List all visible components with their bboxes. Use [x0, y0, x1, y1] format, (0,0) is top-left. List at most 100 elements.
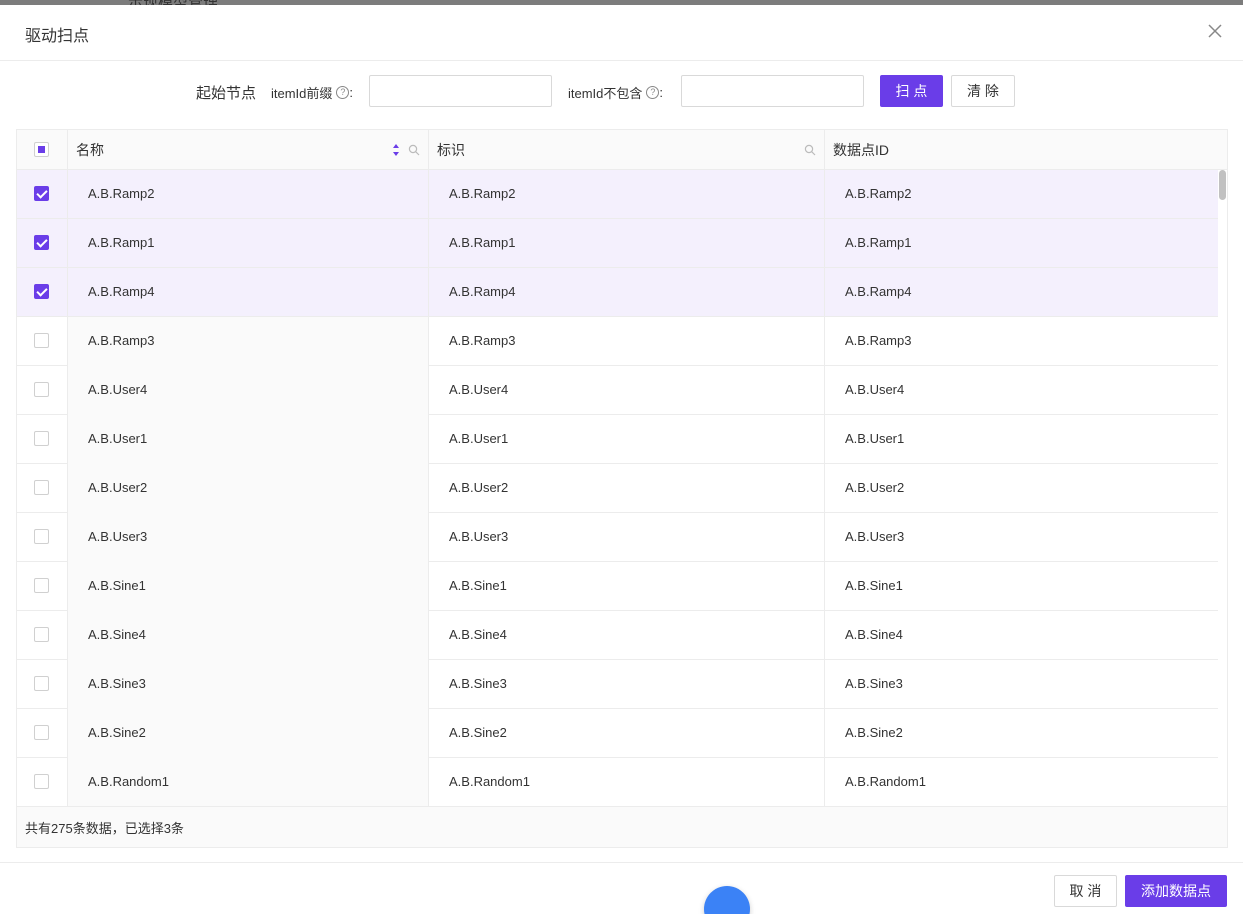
scrollbar-thumb[interactable]	[1219, 170, 1226, 200]
exclude-colon: :	[659, 85, 664, 100]
cell-key: A.B.Sine3	[428, 660, 824, 709]
prefix-colon: :	[349, 85, 354, 100]
column-id-label: 数据点ID	[833, 142, 889, 158]
table-row[interactable]: A.B.Random1 A.B.Random1 A.B.Random1	[17, 758, 1220, 806]
scrollbar[interactable]	[1218, 170, 1227, 806]
row-checkbox[interactable]	[34, 529, 49, 544]
table-summary: 共有275条数据，已选择3条	[17, 806, 1227, 847]
row-checkbox[interactable]	[34, 627, 49, 642]
sort-icon[interactable]	[392, 143, 400, 157]
table-row[interactable]: A.B.Ramp1 A.B.Ramp1 A.B.Ramp1	[17, 219, 1220, 268]
column-header-name[interactable]: 名称	[67, 130, 428, 170]
row-checkbox[interactable]	[34, 235, 49, 250]
cell-key: A.B.Ramp2	[428, 170, 824, 219]
table-row[interactable]: A.B.User3 A.B.User3 A.B.User3	[17, 513, 1220, 562]
row-checkbox[interactable]	[34, 725, 49, 740]
table-row[interactable]: A.B.User1 A.B.User1 A.B.User1	[17, 415, 1220, 464]
cell-key: A.B.Random1	[428, 758, 824, 806]
cell-key: A.B.Ramp3	[428, 317, 824, 366]
cell-id: A.B.Sine1	[824, 562, 1220, 611]
prefix-label-text: itemId前缀	[271, 86, 333, 101]
cell-id: A.B.User3	[824, 513, 1220, 562]
search-icon[interactable]	[408, 144, 420, 156]
dialog-header: 驱动扫点	[0, 5, 1243, 61]
cell-name: A.B.Ramp4	[67, 268, 428, 317]
exclude-input[interactable]	[681, 75, 864, 107]
cell-key: A.B.User2	[428, 464, 824, 513]
cell-name: A.B.Sine1	[67, 562, 428, 611]
prefix-input[interactable]	[369, 75, 552, 107]
table-row[interactable]: A.B.Sine1 A.B.Sine1 A.B.Sine1	[17, 562, 1220, 611]
cell-key: A.B.Ramp1	[428, 219, 824, 268]
search-icon[interactable]	[804, 144, 816, 156]
column-header-key[interactable]: 标识	[428, 130, 824, 170]
row-checkbox[interactable]	[34, 480, 49, 495]
table-row[interactable]: A.B.User2 A.B.User2 A.B.User2	[17, 464, 1220, 513]
row-checkbox[interactable]	[34, 382, 49, 397]
column-name-label: 名称	[76, 142, 104, 158]
row-checkbox[interactable]	[34, 284, 49, 299]
cell-key: A.B.Sine1	[428, 562, 824, 611]
row-checkbox[interactable]	[34, 186, 49, 201]
cell-key: A.B.User4	[428, 366, 824, 415]
cell-id: A.B.Ramp2	[824, 170, 1220, 219]
table-row[interactable]: A.B.User4 A.B.User4 A.B.User4	[17, 366, 1220, 415]
cell-key: A.B.User1	[428, 415, 824, 464]
cell-id: A.B.Sine4	[824, 611, 1220, 660]
table-row[interactable]: A.B.Ramp2 A.B.Ramp2 A.B.Ramp2	[17, 170, 1220, 219]
cell-key: A.B.Ramp4	[428, 268, 824, 317]
cell-id: A.B.Random1	[824, 758, 1220, 806]
cell-key: A.B.Sine4	[428, 611, 824, 660]
add-datapoint-button[interactable]: 添加数据点	[1125, 875, 1227, 907]
cell-name: A.B.Ramp3	[67, 317, 428, 366]
scan-button[interactable]: 扫 点	[880, 75, 943, 107]
cell-id: A.B.Ramp1	[824, 219, 1220, 268]
select-all-checkbox[interactable]	[34, 142, 49, 157]
row-checkbox[interactable]	[34, 676, 49, 691]
cell-id: A.B.User2	[824, 464, 1220, 513]
cancel-button[interactable]: 取 消	[1054, 875, 1117, 907]
row-checkbox[interactable]	[34, 774, 49, 789]
column-key-label: 标识	[437, 142, 465, 158]
cell-name: A.B.Sine2	[67, 709, 428, 758]
cell-name: A.B.User3	[67, 513, 428, 562]
table-row[interactable]: A.B.Ramp4 A.B.Ramp4 A.B.Ramp4	[17, 268, 1220, 317]
dialog-footer: 取 消 添加数据点	[0, 862, 1243, 914]
cell-name: A.B.Random1	[67, 758, 428, 806]
help-icon[interactable]: ?	[336, 86, 350, 99]
cell-name: A.B.Ramp2	[67, 170, 428, 219]
cell-name: A.B.User2	[67, 464, 428, 513]
help-icon[interactable]: ?	[646, 86, 660, 99]
cell-name: A.B.Ramp1	[67, 219, 428, 268]
cell-name: A.B.Sine3	[67, 660, 428, 709]
table-header: 名称 标识 数据点ID	[17, 130, 1227, 170]
start-node-label: 起始节点	[196, 85, 257, 102]
row-checkbox[interactable]	[34, 431, 49, 446]
cell-name: A.B.User1	[67, 415, 428, 464]
cell-id: A.B.Ramp3	[824, 317, 1220, 366]
cell-key: A.B.User3	[428, 513, 824, 562]
exclude-label: itemId不包含 ? :	[568, 83, 663, 102]
row-checkbox[interactable]	[34, 333, 49, 348]
cell-name: A.B.User4	[67, 366, 428, 415]
row-checkbox[interactable]	[34, 578, 49, 593]
table-row[interactable]: A.B.Ramp3 A.B.Ramp3 A.B.Ramp3	[17, 317, 1220, 366]
column-header-id[interactable]: 数据点ID	[824, 130, 1227, 170]
clear-button[interactable]: 清 除	[951, 75, 1015, 107]
table-body: A.B.Ramp2 A.B.Ramp2 A.B.Ramp2 A.B.Ramp1 A.B.…	[17, 170, 1220, 806]
cell-id: A.B.Sine2	[824, 709, 1220, 758]
table-row[interactable]: A.B.Sine2 A.B.Sine2 A.B.Sine2	[17, 709, 1220, 758]
cell-id: A.B.Ramp4	[824, 268, 1220, 317]
cell-name: A.B.Sine4	[67, 611, 428, 660]
scan-dialog: 驱动扫点 起始节点 itemId前缀 ? : itemId不包含 ? : 扫 点…	[0, 5, 1243, 914]
cell-id: A.B.Sine3	[824, 660, 1220, 709]
table-row[interactable]: A.B.Sine4 A.B.Sine4 A.B.Sine4	[17, 611, 1220, 660]
filter-bar: 起始节点 itemId前缀 ? : itemId不包含 ? : 扫 点 清 除	[0, 75, 1243, 107]
points-table: 名称 标识 数据点ID A.B.Ramp2 A.B.Ramp2 A.B.Ramp2 A…	[16, 129, 1228, 848]
table-row[interactable]: A.B.Sine3 A.B.Sine3 A.B.Sine3	[17, 660, 1220, 709]
close-icon[interactable]	[1205, 21, 1225, 41]
prefix-label: itemId前缀 ? :	[271, 83, 353, 102]
cell-key: A.B.Sine2	[428, 709, 824, 758]
dialog-title: 驱动扫点	[25, 28, 90, 45]
exclude-label-text: itemId不包含	[568, 86, 643, 101]
